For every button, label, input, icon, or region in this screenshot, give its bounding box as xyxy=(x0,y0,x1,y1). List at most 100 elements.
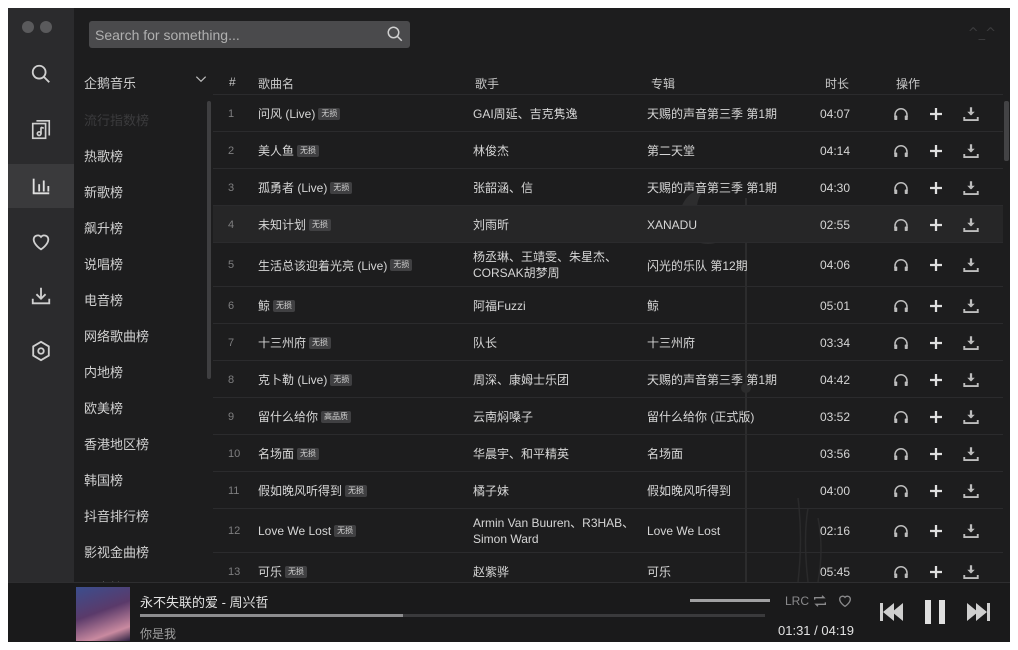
favorite-add-icon[interactable] xyxy=(837,593,853,609)
listen-headphones-icon[interactable] xyxy=(892,297,910,315)
lyrics-toggle[interactable]: LRC xyxy=(785,594,809,608)
table-row[interactable]: 4 未知计划 无损 刘雨昕 XANADU 02:55 xyxy=(213,205,1003,243)
sidebar-downloads-button[interactable] xyxy=(8,276,74,316)
search-icon[interactable] xyxy=(386,25,404,43)
listen-headphones-icon[interactable] xyxy=(892,179,910,197)
table-row[interactable]: 8 克卜勒 (Live) 无损 周深、康姆士乐团 天赐的声音第三季 第1期 04:42 xyxy=(213,360,1003,398)
listen-headphones-icon[interactable] xyxy=(892,408,910,426)
add-icon[interactable] xyxy=(927,445,945,463)
row-album[interactable]: 可乐 xyxy=(647,553,812,582)
table-scrollbar[interactable] xyxy=(1004,101,1009,161)
add-icon[interactable] xyxy=(927,142,945,160)
sidebar-charts-button[interactable] xyxy=(8,164,74,208)
table-row[interactable]: 11 假如晚风听得到 无损 橘子妹 假如晚风听得到 04:00 xyxy=(213,471,1003,509)
download-icon[interactable] xyxy=(962,105,980,123)
add-icon[interactable] xyxy=(927,334,945,352)
song-title[interactable]: 问风 (Live) xyxy=(258,105,315,122)
song-title[interactable]: 名场面 xyxy=(258,445,294,462)
sidebar-search-button[interactable] xyxy=(8,54,74,94)
table-row[interactable]: 9 留什么给你 高品质 云南焖嗓子 留什么给你 (正式版) 03:52 xyxy=(213,397,1003,435)
row-artist[interactable]: 橘子妹 xyxy=(473,472,637,509)
song-title[interactable]: 克卜勒 (Live) xyxy=(258,371,327,388)
download-icon[interactable] xyxy=(962,445,980,463)
download-icon[interactable] xyxy=(962,142,980,160)
table-row[interactable]: 2 美人鱼 无损 林俊杰 第二天堂 04:14 xyxy=(213,131,1003,169)
sidebar-favorites-button[interactable] xyxy=(8,222,74,262)
add-icon[interactable] xyxy=(927,482,945,500)
search-input[interactable] xyxy=(89,21,375,48)
row-album[interactable]: 鲸 xyxy=(647,287,812,324)
category-item[interactable]: 内地榜 xyxy=(84,363,149,399)
row-album[interactable]: 第二天堂 xyxy=(647,132,812,169)
table-row[interactable]: 7 十三州府 无损 队长 十三州府 03:34 xyxy=(213,323,1003,361)
song-title[interactable]: 孤勇者 (Live) xyxy=(258,179,327,196)
window-close-dot[interactable] xyxy=(22,21,34,33)
category-item[interactable]: 韩国榜 xyxy=(84,471,149,507)
row-artist[interactable]: 队长 xyxy=(473,324,637,361)
listen-headphones-icon[interactable] xyxy=(892,371,910,389)
row-artist[interactable]: 林俊杰 xyxy=(473,132,637,169)
download-icon[interactable] xyxy=(962,522,980,540)
song-title[interactable]: 留什么给你 xyxy=(258,408,318,425)
table-row[interactable]: 13 可乐 无损 赵紫骅 可乐 05:45 xyxy=(213,552,1003,582)
download-icon[interactable] xyxy=(962,371,980,389)
window-minimize-dot[interactable] xyxy=(40,21,52,33)
row-album[interactable]: 十三州府 xyxy=(647,324,812,361)
download-icon[interactable] xyxy=(962,179,980,197)
category-dropdown[interactable]: 企鹅音乐 xyxy=(84,73,208,92)
category-item[interactable]: 新歌榜 xyxy=(84,183,149,219)
previous-track-icon[interactable] xyxy=(878,600,908,624)
song-title[interactable]: 可乐 xyxy=(258,563,282,580)
add-icon[interactable] xyxy=(927,563,945,581)
row-album[interactable]: 天赐的声音第三季 第1期 xyxy=(647,361,812,398)
category-item[interactable]: 流行指数榜 xyxy=(84,111,149,147)
song-title[interactable]: 生活总该迎着光亮 (Live) xyxy=(258,257,387,274)
category-item[interactable]: 欧美榜 xyxy=(84,399,149,435)
row-artist[interactable]: 刘雨昕 xyxy=(473,206,637,243)
category-item[interactable]: 电音榜 xyxy=(84,291,149,327)
download-icon[interactable] xyxy=(962,297,980,315)
category-scrollbar[interactable] xyxy=(207,101,211,379)
listen-headphones-icon[interactable] xyxy=(892,563,910,581)
table-row[interactable]: 1 问风 (Live) 无损 GAI周延、吉克隽逸 天赐的声音第三季 第1期 04:07 xyxy=(213,94,1003,132)
listen-headphones-icon[interactable] xyxy=(892,256,910,274)
listen-headphones-icon[interactable] xyxy=(892,105,910,123)
add-icon[interactable] xyxy=(927,522,945,540)
row-artist[interactable]: 华晨宇、和平精英 xyxy=(473,435,637,472)
row-artist[interactable]: GAI周延、吉克隽逸 xyxy=(473,95,637,132)
sidebar-library-button[interactable] xyxy=(8,110,74,150)
row-album[interactable]: 天赐的声音第三季 第1期 xyxy=(647,95,812,132)
table-row[interactable]: 3 孤勇者 (Live) 无损 张韶涵、信 天赐的声音第三季 第1期 04:30 xyxy=(213,168,1003,206)
download-icon[interactable] xyxy=(962,256,980,274)
row-album[interactable]: XANADU xyxy=(647,206,812,243)
row-artist[interactable]: Armin Van Buuren、R3HAB、Simon Ward xyxy=(473,509,637,553)
row-artist[interactable]: 张韶涵、信 xyxy=(473,169,637,206)
add-icon[interactable] xyxy=(927,256,945,274)
category-item[interactable]: 网络歌曲榜 xyxy=(84,327,149,363)
volume-slider[interactable] xyxy=(690,599,770,602)
listen-headphones-icon[interactable] xyxy=(892,216,910,234)
row-album[interactable]: 闪光的乐队 第12期 xyxy=(647,243,812,287)
song-title[interactable]: 假如晚风听得到 xyxy=(258,482,342,499)
category-item[interactable]: 说唱榜 xyxy=(84,255,149,291)
row-album[interactable]: 假如晚风听得到 xyxy=(647,472,812,509)
row-artist[interactable]: 赵紫骅 xyxy=(473,553,637,582)
song-title[interactable]: 鲸 xyxy=(258,297,270,314)
add-icon[interactable] xyxy=(927,105,945,123)
progress-bar[interactable] xyxy=(140,614,765,617)
listen-headphones-icon[interactable] xyxy=(892,522,910,540)
row-artist[interactable]: 杨丞琳、王靖雯、朱星杰、CORSAK胡梦周 xyxy=(473,243,637,287)
category-item[interactable]: 飙升榜 xyxy=(84,219,149,255)
row-artist[interactable]: 云南焖嗓子 xyxy=(473,398,637,435)
listen-headphones-icon[interactable] xyxy=(892,445,910,463)
download-icon[interactable] xyxy=(962,408,980,426)
song-title[interactable]: 十三州府 xyxy=(258,334,306,351)
category-item[interactable]: 影视金曲榜 xyxy=(84,543,149,579)
add-icon[interactable] xyxy=(927,297,945,315)
add-icon[interactable] xyxy=(927,408,945,426)
row-album[interactable]: 名场面 xyxy=(647,435,812,472)
listen-headphones-icon[interactable] xyxy=(892,482,910,500)
listen-headphones-icon[interactable] xyxy=(892,334,910,352)
row-album[interactable]: Love We Lost xyxy=(647,509,812,553)
row-artist[interactable]: 周深、康姆士乐团 xyxy=(473,361,637,398)
